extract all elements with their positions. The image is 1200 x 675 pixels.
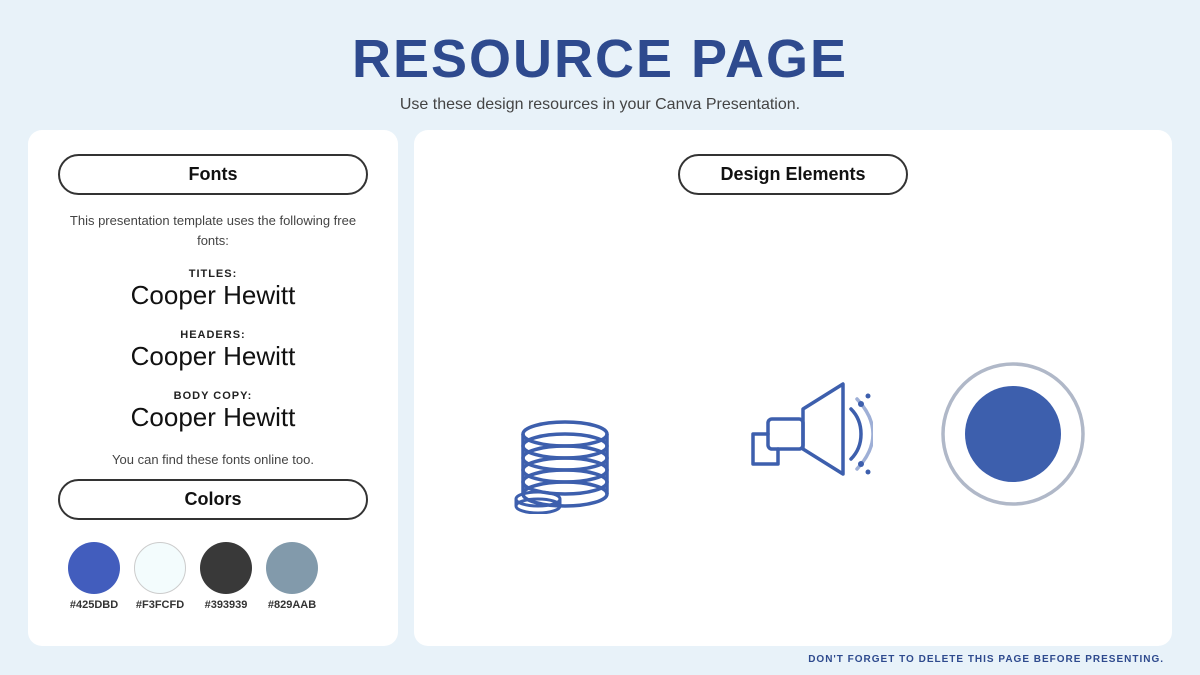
color-item-2: #F3FCFD	[134, 542, 186, 611]
color-circle-1	[68, 542, 120, 594]
megaphone-icon-wrapper	[713, 354, 873, 514]
font-name-body: Cooper Hewitt	[58, 402, 368, 433]
color-circle-3	[200, 542, 252, 594]
fonts-section-box: Fonts	[58, 154, 368, 195]
header-section: RESOURCE PAGE Use these design resources…	[352, 0, 848, 130]
footer-note: DON'T FORGET TO DELETE THIS PAGE BEFORE …	[0, 646, 1200, 675]
page-subtitle: Use these design resources in your Canva…	[352, 96, 848, 114]
page-title: RESOURCE PAGE	[352, 28, 848, 90]
main-content: Fonts This presentation template uses th…	[0, 130, 1200, 646]
font-entry-body: BODY COPY: Cooper Hewitt	[58, 390, 368, 433]
colors-section-box: Colors	[58, 479, 368, 520]
design-elements-label: Design Elements	[720, 164, 865, 184]
font-entry-headers: HEADERS: Cooper Hewitt	[58, 329, 368, 372]
circle-dot-icon	[933, 354, 1093, 514]
font-category-body: BODY COPY:	[58, 390, 368, 402]
fonts-label: Fonts	[189, 164, 238, 184]
fonts-description: This presentation template uses the foll…	[58, 211, 368, 250]
coins-icon	[493, 354, 653, 514]
colors-label: Colors	[184, 489, 241, 509]
font-entry-titles: TITLES: Cooper Hewitt	[58, 268, 368, 311]
icons-row	[493, 245, 1093, 622]
font-name-titles: Cooper Hewitt	[58, 280, 368, 311]
left-panel: Fonts This presentation template uses th…	[28, 130, 398, 646]
font-category-headers: HEADERS:	[58, 329, 368, 341]
color-item-3: #393939	[200, 542, 252, 611]
font-category-titles: TITLES:	[58, 268, 368, 280]
megaphone-icon	[713, 354, 873, 514]
color-circle-2	[134, 542, 186, 594]
color-hex-4: #829AAB	[268, 599, 316, 611]
design-elements-box: Design Elements	[678, 154, 907, 195]
font-name-headers: Cooper Hewitt	[58, 341, 368, 372]
circle-dot-icon-wrapper	[933, 354, 1093, 514]
find-fonts-text: You can find these fonts online too.	[58, 452, 368, 467]
color-hex-1: #425DBD	[70, 599, 118, 611]
color-item-4: #829AAB	[266, 542, 318, 611]
color-item-1: #425DBD	[68, 542, 120, 611]
coins-icon-wrapper	[493, 354, 653, 514]
color-circle-4	[266, 542, 318, 594]
color-hex-2: #F3FCFD	[136, 599, 184, 611]
colors-swatches: #425DBD #F3FCFD #393939 #829AAB	[58, 542, 368, 611]
right-panel: Design Elements	[414, 130, 1172, 646]
color-hex-3: #393939	[205, 599, 248, 611]
